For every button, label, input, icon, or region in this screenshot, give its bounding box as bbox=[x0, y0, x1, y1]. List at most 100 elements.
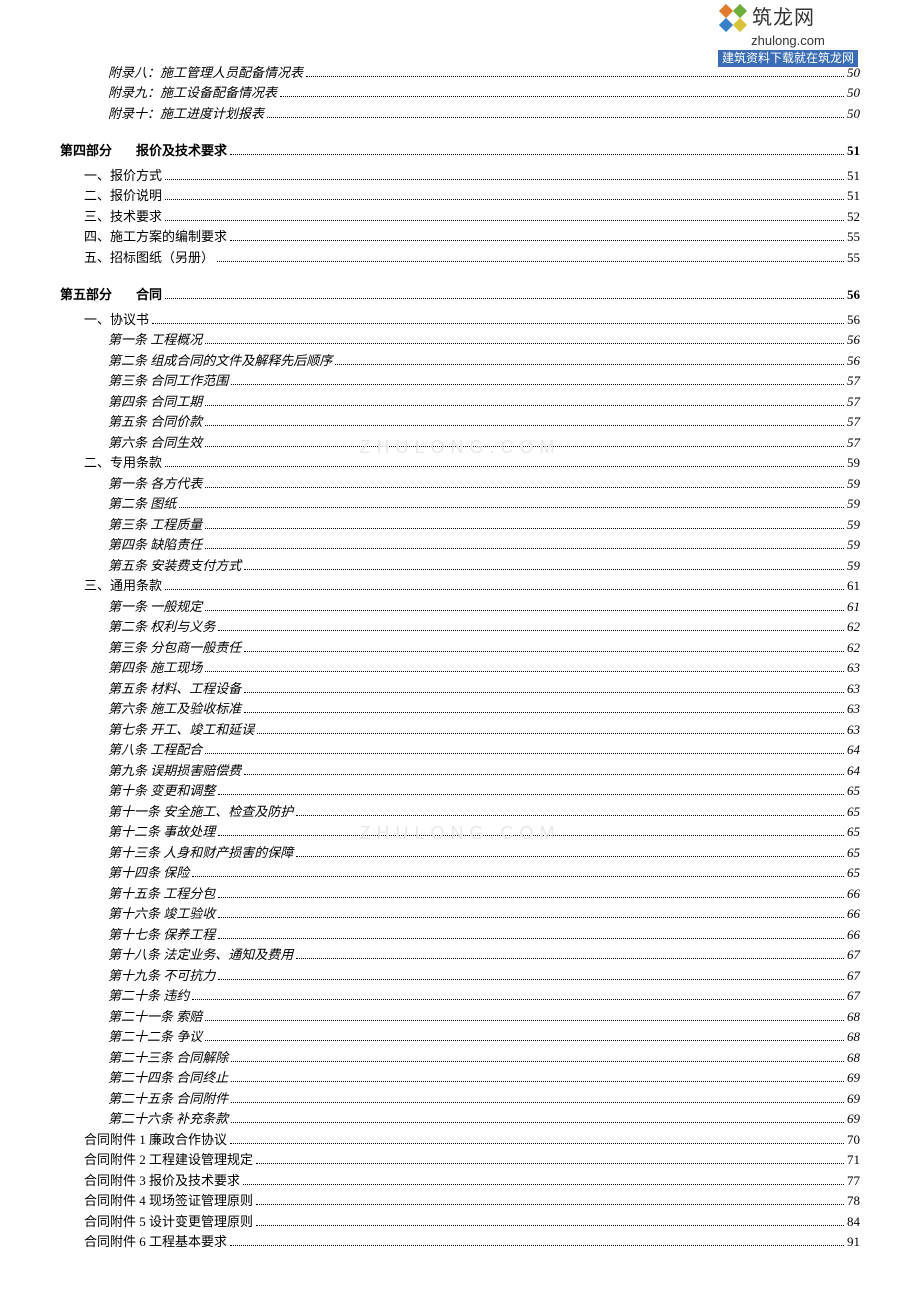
toc-entry-title: 附录九：施工设备配备情况表 bbox=[108, 82, 277, 101]
site-name-cn: 筑龙网 bbox=[752, 7, 815, 29]
toc-entry: 第三条 分包商一般责任62 bbox=[108, 637, 860, 656]
toc-entry-page: 51 bbox=[847, 168, 860, 184]
toc-leader bbox=[256, 1163, 844, 1164]
toc-entry: 第二十二条 争议68 bbox=[108, 1026, 860, 1045]
toc-entry-page: 57 bbox=[847, 394, 860, 410]
toc-leader bbox=[179, 507, 844, 508]
toc-entry-page: 50 bbox=[847, 106, 860, 122]
toc-entry-title: 第十五条 工程分包 bbox=[108, 883, 215, 902]
toc-entry-page: 59 bbox=[847, 558, 860, 574]
toc-leader bbox=[218, 917, 844, 918]
toc-entry-title: 合同附件 3 报价及技术要求 bbox=[84, 1170, 240, 1189]
toc-leader bbox=[205, 425, 844, 426]
toc-entry: 第三条 工程质量59 bbox=[108, 514, 860, 533]
toc-entry: 五、招标图纸（另册）55 bbox=[84, 247, 860, 266]
toc-entry: 第二十五条 合同附件69 bbox=[108, 1088, 860, 1107]
toc-entry-page: 68 bbox=[847, 1050, 860, 1066]
toc-section-heading: 第五部分合同56 bbox=[60, 284, 860, 303]
toc-entry-title: 第十七条 保养工程 bbox=[108, 924, 215, 943]
toc-leader bbox=[267, 117, 844, 118]
toc-entry-title: 第二条 组成合同的文件及解释先后顺序 bbox=[108, 350, 332, 369]
toc-entry: 合同附件 2 工程建设管理规定71 bbox=[84, 1149, 860, 1168]
toc-entry-page: 50 bbox=[847, 85, 860, 101]
toc-entry-title: 第十四条 保险 bbox=[108, 862, 189, 881]
toc-page: 筑龙网 zhulong.com 建筑资料下载就在筑龙网 ZHULONG.COM … bbox=[0, 0, 920, 1292]
toc-entry: 一、协议书 56 bbox=[84, 309, 860, 328]
toc-entry: 第十九条 不可抗力67 bbox=[108, 965, 860, 984]
toc-entry-title: 第三条 分包商一般责任 bbox=[108, 637, 241, 656]
toc-entry: 第一条 工程概况 56 bbox=[108, 329, 860, 348]
toc-entry-title: 第二十六条 补充条款 bbox=[108, 1108, 228, 1127]
toc-entry-page: 57 bbox=[847, 373, 860, 389]
toc-entry-page: 77 bbox=[847, 1173, 860, 1189]
toc-leader bbox=[218, 794, 844, 795]
toc-entry-page: 70 bbox=[847, 1132, 860, 1148]
toc-entry-title: 第九条 误期损害赔偿费 bbox=[108, 760, 241, 779]
toc-entry: 附录九：施工设备配备情况表 50 bbox=[108, 82, 860, 101]
toc-entry-page: 59 bbox=[847, 455, 860, 471]
toc-entry: 第二十一条 索赔68 bbox=[108, 1006, 860, 1025]
toc-entry-title: 合同附件 5 设计变更管理原则 bbox=[84, 1211, 253, 1230]
toc-entry-title: 一、协议书 bbox=[84, 309, 149, 328]
toc-leader bbox=[165, 199, 844, 200]
toc-leader bbox=[217, 261, 844, 262]
toc-entry-title: 合同附件 6 工程基本要求 bbox=[84, 1231, 227, 1250]
toc-entry-page: 61 bbox=[847, 578, 860, 594]
toc-entry-page: 61 bbox=[847, 599, 860, 615]
toc-entry-page: 57 bbox=[847, 414, 860, 430]
toc-leader bbox=[244, 712, 844, 713]
toc-leader bbox=[218, 630, 844, 631]
toc-entry-page: 67 bbox=[847, 968, 860, 984]
toc-entry-page: 67 bbox=[847, 988, 860, 1004]
toc-leader bbox=[296, 815, 844, 816]
toc-leader bbox=[205, 1020, 844, 1021]
toc-entry-page: 59 bbox=[847, 496, 860, 512]
toc-entry-page: 59 bbox=[847, 476, 860, 492]
toc-entry: 第五条 安装费支付方式59 bbox=[108, 555, 860, 574]
toc-leader bbox=[230, 1143, 844, 1144]
toc-entry: 第七条 开工、竣工和延误63 bbox=[108, 719, 860, 738]
toc-entry-page: 52 bbox=[847, 209, 860, 225]
toc-entry: 一、报价方式51 bbox=[84, 165, 860, 184]
toc-entry-page: 69 bbox=[847, 1070, 860, 1086]
toc-entry-title: 第一条 各方代表 bbox=[108, 473, 202, 492]
toc-entry-title: 合同附件 1 廉政合作协议 bbox=[84, 1129, 227, 1148]
toc-leader bbox=[231, 1102, 844, 1103]
toc-leader bbox=[243, 1184, 844, 1185]
toc-entry-page: 64 bbox=[847, 742, 860, 758]
toc-leader bbox=[205, 528, 844, 529]
toc-entry: 四、施工方案的编制要求55 bbox=[84, 226, 860, 245]
toc-leader bbox=[280, 96, 844, 97]
toc-entry-page: 69 bbox=[847, 1091, 860, 1107]
toc-entry-title: 第六条 合同生效 bbox=[108, 432, 202, 451]
toc-entry-page: 63 bbox=[847, 660, 860, 676]
toc-entry: 合同附件 1 廉政合作协议 70 bbox=[84, 1129, 860, 1148]
toc-entry-title: 二、报价说明 bbox=[84, 185, 162, 204]
toc-leader bbox=[165, 298, 844, 299]
toc-entry: 第九条 误期损害赔偿费 64 bbox=[108, 760, 860, 779]
toc-entry-page: 56 bbox=[847, 312, 860, 328]
toc-entry-title: 第二条 权利与义务 bbox=[108, 616, 215, 635]
toc-entry-title: 第十六条 竣工验收 bbox=[108, 903, 215, 922]
toc-leader bbox=[205, 671, 844, 672]
toc-entry-title: 第二条 图纸 bbox=[108, 493, 176, 512]
toc-entry-page: 59 bbox=[847, 517, 860, 533]
toc-leader bbox=[165, 179, 844, 180]
toc-entry-page: 63 bbox=[847, 701, 860, 717]
toc-entry-title: 第七条 开工、竣工和延误 bbox=[108, 719, 254, 738]
toc-entry-title: 第一条 工程概况 bbox=[108, 329, 202, 348]
toc-entry-title: 第二十一条 索赔 bbox=[108, 1006, 202, 1025]
toc-entry-title: 第一条 一般规定 bbox=[108, 596, 202, 615]
toc-entry: 附录十：施工进度计划报表50 bbox=[108, 103, 860, 122]
site-name-en: zhulong.com bbox=[718, 34, 858, 48]
toc-leader bbox=[256, 1225, 844, 1226]
toc-leader bbox=[244, 569, 844, 570]
site-logo-icon bbox=[718, 4, 748, 32]
toc-entry-page: 56 bbox=[847, 332, 860, 348]
toc-entry: 第十六条 竣工验收66 bbox=[108, 903, 860, 922]
toc-entry-page: 64 bbox=[847, 763, 860, 779]
toc-leader bbox=[218, 938, 844, 939]
toc-entry-page: 56 bbox=[847, 287, 860, 303]
toc-entry-title: 第四部分报价及技术要求 bbox=[60, 140, 227, 159]
toc-entry-page: 56 bbox=[847, 353, 860, 369]
